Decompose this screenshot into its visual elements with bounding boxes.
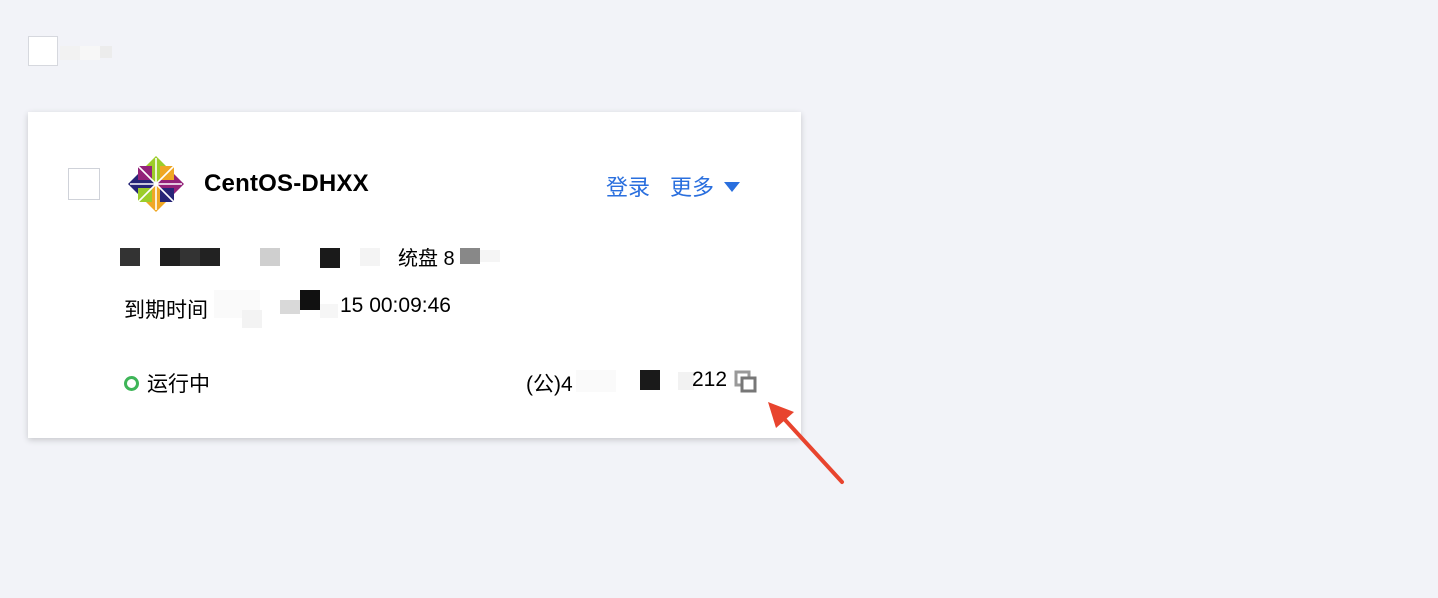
more-label: 更多	[670, 175, 715, 200]
instance-checkbox[interactable]	[68, 168, 100, 200]
public-ip: (公)4 212	[526, 368, 766, 398]
ip-prefix: (公)4	[526, 373, 573, 396]
instance-status: 运行中	[124, 368, 210, 398]
more-dropdown[interactable]: 更多	[670, 170, 741, 202]
redacted-header-text	[60, 46, 112, 60]
instance-card: CentOS-DHXX 登录 更多 统盘 8 到期时间 15 00:09:46 …	[28, 112, 801, 438]
centos-logo-icon	[128, 156, 184, 212]
status-running-icon	[124, 375, 139, 391]
caret-down-icon	[724, 182, 741, 192]
login-link[interactable]: 登录	[606, 170, 650, 202]
ip-suffix: 212	[692, 368, 728, 391]
expire-date: 15 00:09:46	[340, 294, 451, 317]
red-arrow-icon	[768, 402, 844, 484]
select-all-area	[28, 36, 112, 66]
copy-icon[interactable]	[734, 370, 758, 394]
expire-label: 到期时间	[124, 299, 208, 322]
status-label: 运行中	[147, 373, 210, 396]
select-all-checkbox[interactable]	[28, 36, 58, 66]
instance-spec: 统盘 8	[120, 240, 520, 270]
spec-text: 统盘 8	[398, 248, 455, 270]
instance-name[interactable]: CentOS-DHXX	[204, 170, 369, 198]
expire-time: 到期时间 15 00:09:46	[124, 290, 524, 328]
